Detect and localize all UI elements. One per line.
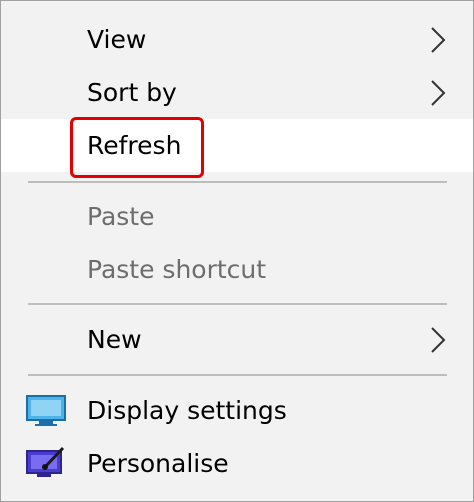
menu-item-label: View	[87, 25, 147, 54]
menu-item-view[interactable]: View	[1, 13, 473, 66]
menu-item-sort-by[interactable]: Sort by	[1, 66, 473, 119]
display-settings-icon	[26, 395, 66, 426]
refresh-highlight-outline	[70, 117, 204, 178]
menu-item-label: Display settings	[87, 396, 287, 425]
chevron-right-icon	[431, 80, 446, 106]
menu-item-label: Paste shortcut	[87, 255, 267, 284]
menu-separator	[28, 303, 447, 305]
chevron-right-icon	[431, 27, 446, 53]
menu-separator	[28, 181, 447, 183]
menu-item-label: Personalise	[87, 449, 229, 478]
menu-item-label: Sort by	[87, 78, 177, 107]
menu-item-personalise[interactable]: Personalise	[1, 437, 473, 490]
desktop-context-menu: View Sort by Refresh Paste Paste shortcu…	[0, 0, 474, 502]
menu-item-label: Paste	[87, 202, 155, 231]
menu-item-display-settings[interactable]: Display settings	[1, 384, 473, 437]
menu-item-paste[interactable]: Paste	[1, 190, 473, 243]
menu-item-new[interactable]: New	[1, 313, 473, 366]
personalise-icon	[26, 446, 65, 477]
chevron-right-icon	[431, 327, 446, 353]
menu-item-paste-shortcut[interactable]: Paste shortcut	[1, 243, 473, 296]
menu-item-label: New	[87, 325, 142, 354]
menu-separator	[28, 374, 447, 376]
